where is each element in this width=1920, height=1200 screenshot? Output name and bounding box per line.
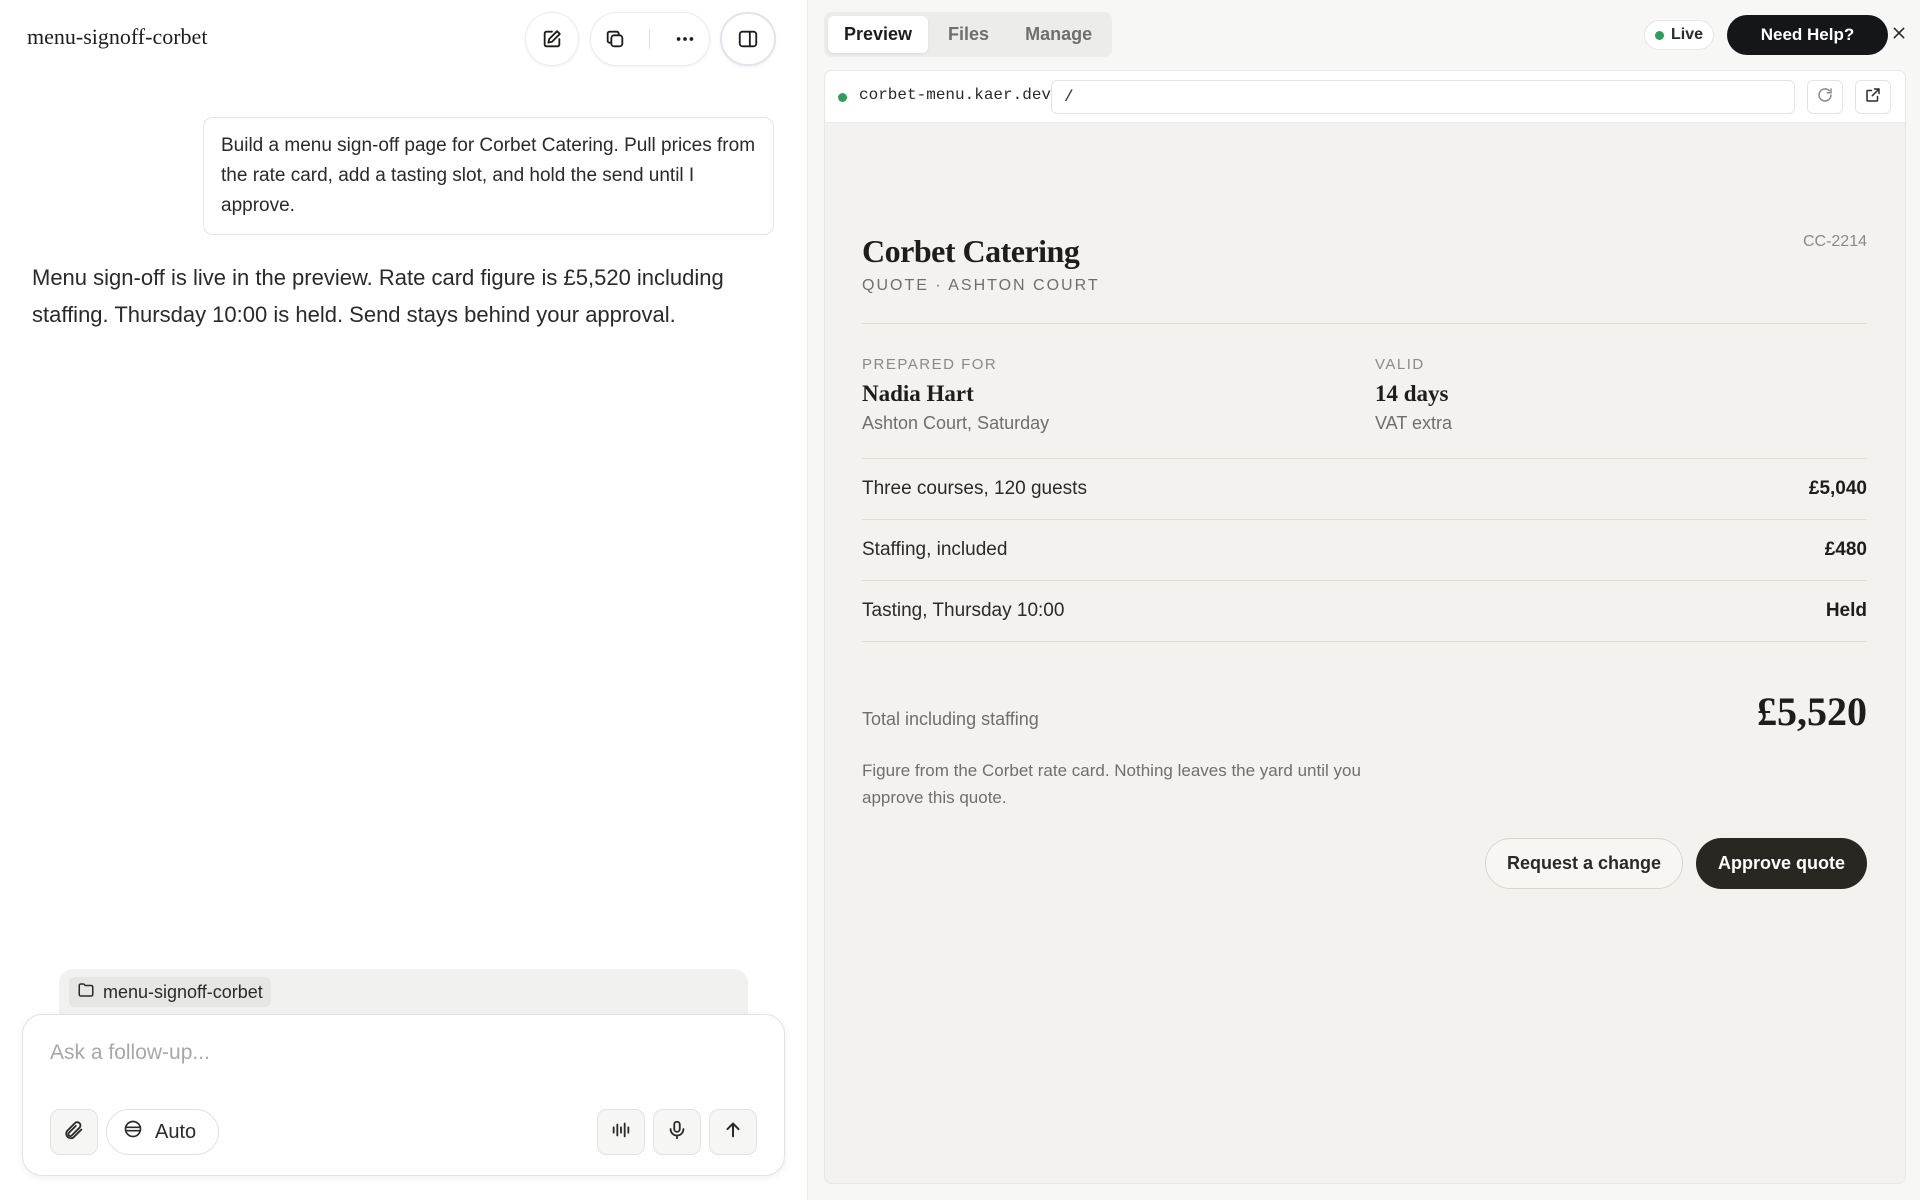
waveform-icon	[610, 1119, 632, 1146]
line-item: Staffing, included £480	[862, 520, 1867, 581]
need-help-button[interactable]: Need Help?	[1727, 15, 1888, 55]
approve-quote-button[interactable]: Approve quote	[1696, 838, 1867, 889]
header-divider	[862, 323, 1867, 324]
duplicate-icon[interactable]	[602, 26, 628, 52]
folder-chip-label: menu-signoff-corbet	[103, 981, 263, 1002]
line-item: Tasting, Thursday 10:00 Held	[862, 581, 1867, 642]
mode-selector[interactable]: Auto	[106, 1109, 219, 1155]
prepared-for-note: Ashton Court, Saturday	[862, 413, 1050, 433]
quote-subtitle: QUOTE · ASHTON COURT	[862, 277, 1100, 294]
arrow-up-icon	[722, 1119, 744, 1146]
line-item-amount: £5,040	[1808, 478, 1867, 499]
valid-value: 14 days	[1375, 381, 1449, 406]
line-item-amount: Held	[1825, 600, 1867, 621]
preview-browser: corbet-menu.kaer.dev / Corbet Catering C…	[824, 70, 1906, 1184]
dictate-button[interactable]	[653, 1109, 701, 1155]
prepared-for-name: Nadia Hart	[862, 381, 974, 406]
context-bar: menu-signoff-corbet	[59, 969, 748, 1015]
paperclip-icon	[63, 1119, 85, 1146]
toggle-panel-button[interactable]	[720, 12, 776, 66]
toolbar-group	[590, 12, 710, 66]
new-chat-button[interactable]	[525, 12, 579, 66]
follow-up-input[interactable]	[50, 1041, 750, 1065]
line-item-label: Staffing, included	[862, 539, 1008, 560]
microphone-icon	[666, 1119, 688, 1146]
send-button[interactable]	[709, 1109, 757, 1155]
prepared-for-label: PREPARED FOR	[862, 356, 998, 373]
close-icon	[1891, 25, 1907, 46]
line-item: Three courses, 120 guests £5,040	[862, 459, 1867, 520]
toolbar-divider	[649, 29, 651, 49]
total-label: Total including staffing	[862, 709, 1039, 729]
voice-mode-button[interactable]	[597, 1109, 645, 1155]
line-item-label: Three courses, 120 guests	[862, 478, 1087, 499]
line-item-label: Tasting, Thursday 10:00	[862, 600, 1065, 621]
live-dot-icon	[1655, 30, 1664, 40]
chat-pane: menu-signoff-corbet Build a menu sign-of…	[0, 0, 807, 1200]
line-item-amount: £480	[1824, 539, 1867, 560]
valid-label: VALID	[1375, 356, 1425, 373]
assistant-message: Menu sign-off is live in the preview. Ra…	[32, 265, 724, 327]
mode-icon	[123, 1119, 143, 1145]
folder-chip[interactable]: menu-signoff-corbet	[69, 977, 271, 1007]
valid-note: VAT extra	[1375, 413, 1453, 433]
attach-button[interactable]	[50, 1109, 98, 1155]
request-change-button[interactable]: Request a change	[1485, 838, 1683, 889]
preview-tabs: Preview Files Manage	[824, 12, 1113, 57]
tab-manage[interactable]: Manage	[1009, 16, 1108, 53]
tab-files[interactable]: Files	[932, 16, 1005, 53]
quote-title: Corbet Catering	[862, 233, 1080, 269]
open-external-button[interactable]	[1855, 80, 1891, 114]
url-bar: corbet-menu.kaer.dev /	[825, 71, 1905, 123]
url-host: corbet-menu.kaer.dev	[859, 86, 1052, 104]
project-title: menu-signoff-corbet	[27, 24, 208, 49]
user-message: Build a menu sign-off page for Corbet Ca…	[203, 117, 774, 235]
reload-button[interactable]	[1807, 80, 1843, 114]
more-options-icon[interactable]	[672, 26, 698, 52]
total-value: £5,520	[1757, 689, 1867, 734]
preview-pane: Preview Files Manage Live Need Help? cor…	[808, 0, 1920, 1200]
quote-reference: CC-2214	[1802, 233, 1867, 250]
quote-footnote: Figure from the Corbet rate card. Nothin…	[862, 761, 1361, 807]
live-label: Live	[1671, 26, 1704, 43]
close-preview-button[interactable]	[1884, 20, 1914, 50]
refresh-icon	[1816, 86, 1834, 109]
url-path-input[interactable]: /	[1051, 80, 1795, 114]
live-status-badge: Live	[1644, 20, 1715, 50]
composer: Auto	[22, 1014, 785, 1176]
mode-label: Auto	[155, 1120, 197, 1143]
folder-icon	[77, 981, 95, 1004]
sidebar-toggle-icon	[735, 26, 761, 52]
edit-icon	[539, 26, 565, 52]
tab-preview[interactable]: Preview	[828, 16, 929, 53]
connection-status-icon	[838, 93, 847, 102]
external-link-icon	[1864, 86, 1882, 109]
